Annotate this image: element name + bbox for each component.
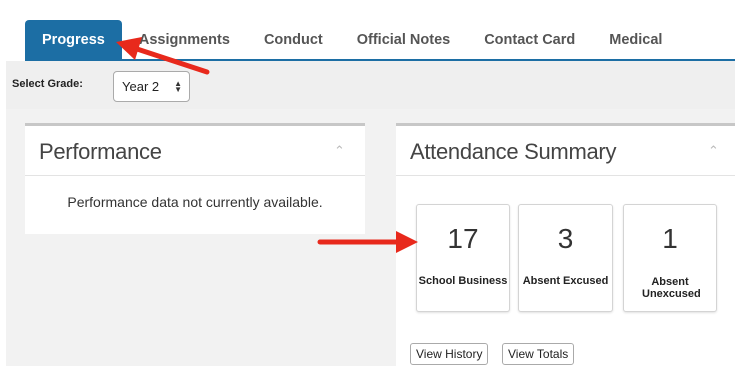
select-arrows-icon: ▲ ▼ bbox=[174, 79, 182, 94]
tab-medical[interactable]: Medical bbox=[592, 20, 679, 60]
attendance-panel-header: Attendance Summary ⌃ bbox=[396, 126, 735, 176]
content-area: Performance ⌃ Performance data not curre… bbox=[6, 109, 735, 366]
tab-official-notes[interactable]: Official Notes bbox=[340, 20, 467, 60]
chevron-up-icon[interactable]: ⌃ bbox=[708, 143, 719, 159]
performance-panel-header: Performance ⌃ bbox=[25, 126, 365, 176]
card-count: 1 bbox=[662, 223, 678, 254]
attendance-card-absent-excused[interactable]: 3 Absent Excused bbox=[518, 204, 613, 312]
tab-list: Progress Assignments Conduct Official No… bbox=[25, 20, 679, 60]
card-label: Absent Excused bbox=[522, 275, 609, 287]
grade-toolbar: Select Grade: Year 2 ▲ ▼ bbox=[6, 61, 735, 109]
attendance-title: Attendance Summary bbox=[410, 139, 617, 164]
tab-contact-card[interactable]: Contact Card bbox=[467, 20, 592, 60]
attendance-card-absent-unexcused[interactable]: 1 Absent Unexcused bbox=[623, 204, 717, 312]
view-history-button[interactable]: View History bbox=[410, 343, 489, 365]
card-label: Absent Unexcused bbox=[642, 276, 701, 300]
tab-assignments[interactable]: Assignments bbox=[122, 20, 247, 60]
performance-title: Performance bbox=[39, 139, 162, 164]
grade-select-label: Select Grade: bbox=[12, 78, 83, 90]
attendance-card-school-business[interactable]: 17 School Business bbox=[416, 204, 510, 312]
view-totals-button[interactable]: View Totals bbox=[502, 343, 575, 365]
card-count: 17 bbox=[447, 223, 479, 254]
performance-panel: Performance ⌃ Performance data not curre… bbox=[25, 123, 365, 234]
performance-message: Performance data not currently available… bbox=[67, 194, 323, 210]
grade-select[interactable]: Year 2 ▲ ▼ bbox=[113, 71, 190, 102]
card-label: School Business bbox=[418, 275, 508, 287]
tab-progress[interactable]: Progress bbox=[25, 20, 122, 60]
chevron-up-icon[interactable]: ⌃ bbox=[334, 143, 345, 159]
tab-conduct[interactable]: Conduct bbox=[247, 20, 340, 60]
grade-select-value: Year 2 bbox=[122, 79, 160, 94]
card-count: 3 bbox=[557, 223, 574, 254]
tab-bar: Progress Assignments Conduct Official No… bbox=[0, 0, 735, 61]
attendance-panel: Attendance Summary ⌃ 17 School Business … bbox=[396, 123, 735, 366]
